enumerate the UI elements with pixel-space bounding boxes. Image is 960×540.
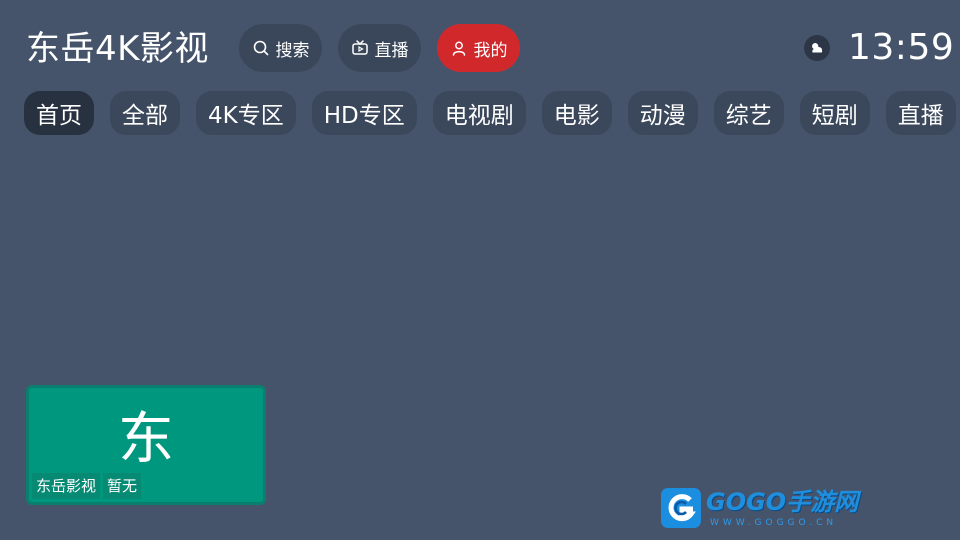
mine-button[interactable]: 我的: [437, 24, 520, 72]
app-title: 东岳4K影视: [26, 29, 209, 69]
card-glyph: 东: [118, 407, 174, 472]
tab-variety[interactable]: 综艺: [713, 91, 784, 135]
card-footer: 东岳影视 暂无: [32, 473, 142, 499]
search-button[interactable]: 搜索: [239, 24, 322, 72]
card-title: 东岳影视: [32, 473, 101, 499]
tab-short-drama[interactable]: 短剧: [799, 91, 870, 135]
search-icon: [252, 39, 270, 57]
user-icon: [450, 39, 468, 57]
watermark-logo: GOGO手游网 WWW.GOGGO.CN: [660, 487, 858, 531]
live-button-label: 直播: [374, 40, 409, 61]
tab-hd[interactable]: HD专区: [311, 91, 417, 135]
clock: 13:59: [848, 27, 955, 68]
watermark-url: WWW.GOGGO.CN: [710, 518, 838, 528]
app-screen: 东岳4K影视 搜索 直播 我的 13:59 首页 全部 4K专区 HD专区 电视…: [0, 0, 960, 540]
tab-all[interactable]: 全部: [110, 91, 180, 135]
tab-anime[interactable]: 动漫: [627, 91, 698, 135]
tab-movie[interactable]: 电影: [541, 91, 612, 135]
tv-icon: [351, 39, 369, 57]
tab-home[interactable]: 首页: [24, 91, 94, 135]
tab-live[interactable]: 直播: [885, 91, 956, 135]
live-button[interactable]: 直播: [338, 24, 421, 72]
tab-4k[interactable]: 4K专区: [196, 91, 296, 135]
gogo-logo-icon: [661, 488, 701, 528]
weather-cloud-icon: [804, 35, 830, 61]
source-card[interactable]: 东 东岳影视 暂无: [26, 385, 266, 505]
category-tabs: 首页 全部 4K专区 HD专区 电视剧 电影 动漫 综艺 短剧 直播: [24, 91, 956, 135]
watermark-brand: GOGO手游网: [706, 488, 859, 516]
mine-button-label: 我的: [473, 40, 508, 61]
tab-tv-series[interactable]: 电视剧: [432, 91, 526, 135]
card-status: 暂无: [103, 473, 142, 499]
search-button-label: 搜索: [275, 40, 310, 61]
